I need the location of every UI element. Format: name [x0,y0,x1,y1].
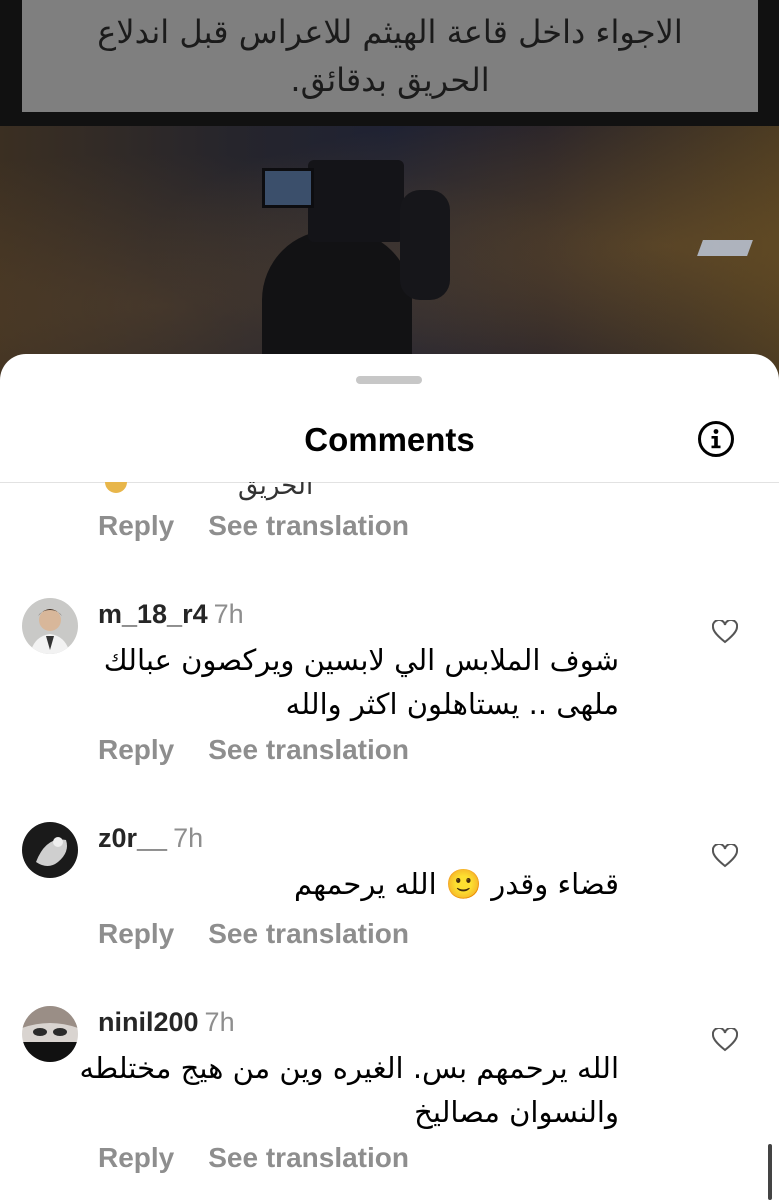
comment-text-line-2: ملهى .. يستاهلون اكثر والله [285,687,619,721]
see-translation-button[interactable]: See translation [208,732,409,768]
comment-username[interactable]: ninil200 [98,1007,199,1037]
comment-time: 7h [204,1007,235,1037]
reply-button[interactable]: Reply [98,732,174,768]
reply-button[interactable]: Reply [98,1140,174,1176]
heart-outline-icon[interactable] [712,1028,738,1052]
caption-band: الاجواء داخل قاعة الهيثم للاعراس قبل اند… [0,0,779,126]
comment-text-line-2: والنسوان مصاليخ [414,1095,619,1129]
camera-lens [400,190,450,300]
comment-meta: ninil200 7h [98,1006,235,1038]
camera-body [308,160,404,242]
avatar[interactable] [22,598,78,654]
camera-screen [262,168,314,208]
comment-text-line-1: قضاء وقدر 🙂 الله يرحمهم [293,867,619,901]
see-translation-button[interactable]: See translation [208,508,409,544]
comment-username[interactable]: m_18_r4 [98,599,208,629]
comments-sheet: Comments الحريق Reply See translation m_… [0,354,779,1200]
avatar[interactable] [22,1006,78,1062]
reply-button[interactable]: Reply [98,916,174,952]
caption-line-1: الاجواء داخل قاعة الهيثم للاعراس قبل اند… [97,13,683,51]
clipped-comment-text: الحريق [238,482,314,500]
see-translation-button[interactable]: See translation [208,1140,409,1176]
comment-text-line-1: شوف الملابس الي لابسين ويركصون عبالك [103,643,619,677]
reply-button[interactable]: Reply [98,508,174,544]
heart-outline-icon[interactable] [712,844,738,868]
sheet-drag-handle[interactable] [356,376,422,384]
caption-line-2: الحريق بدقائق. [290,61,490,99]
comment-actions: Reply See translation [98,1140,409,1176]
comment-actions: Reply See translation [98,508,409,544]
comment-meta: z0r__ 7h [98,822,203,854]
clipped-comment: الحريق [98,482,328,502]
avatar[interactable] [22,822,78,878]
comment-actions: Reply See translation [98,916,409,952]
comment-actions: Reply See translation [98,732,409,768]
scrollbar[interactable] [768,1144,772,1200]
sheet-title: Comments [304,421,475,458]
comment-username[interactable]: z0r__ [98,823,167,853]
comment-time: 7h [213,599,244,629]
stage-light [697,240,753,256]
comment-time: 7h [173,823,204,853]
heart-outline-icon[interactable] [712,620,738,644]
info-circle-icon[interactable] [697,420,735,458]
comment-text-line-1: الله يرحمهم بس. الغيره وين من هيج مختلطه [79,1051,619,1085]
emoji-row-icon [105,482,127,493]
see-translation-button[interactable]: See translation [208,916,409,952]
comment-meta: m_18_r4 7h [98,598,244,630]
post-caption: الاجواء داخل قاعة الهيثم للاعراس قبل اند… [22,0,758,112]
